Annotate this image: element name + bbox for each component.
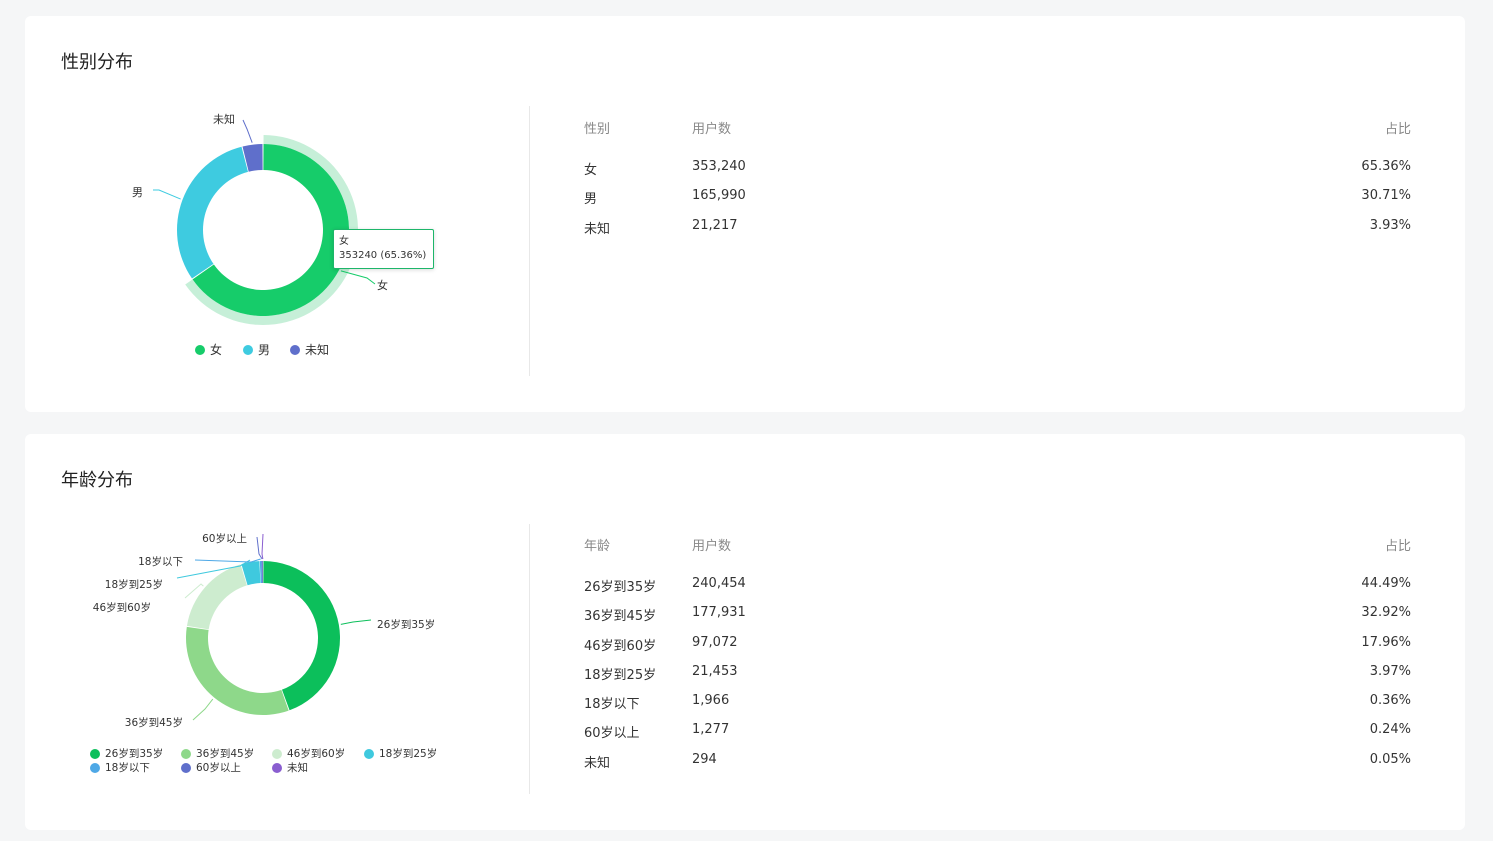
table-row: 46岁到60岁 97,072 17.96% [584, 635, 1411, 664]
header-cell: 年龄 [584, 539, 611, 554]
legend-item[interactable]: 未知 [272, 760, 308, 775]
table-header: 性别 用户数 占比 [584, 118, 1411, 159]
legend-dot-icon [272, 762, 282, 773]
table-cell: 30.71% [1361, 188, 1411, 204]
table-cell: 36岁到45岁 [584, 609, 657, 625]
age-card: 年龄分布 26岁到35岁 36岁到45岁 46岁到60岁 18岁到25岁 18岁以下 60… [25, 434, 1465, 830]
legend-item[interactable]: 男 [243, 341, 270, 358]
table-cell: 3.93% [1369, 217, 1411, 233]
table-cell: 165,990 [692, 188, 746, 204]
table-cell: 18岁到25岁 [584, 667, 657, 683]
table-row: 未知 294 0.05% [584, 752, 1411, 781]
legend-label: 36岁到45岁 [196, 748, 255, 760]
table-cell: 男 [584, 192, 598, 208]
age-table: 年龄 用户数 占比 26岁到35岁 240,454 44.49% 36岁到45岁 177,93… [584, 535, 1411, 781]
legend-item[interactable]: 26岁到35岁 [90, 746, 163, 761]
table-cell: 1,277 [692, 722, 730, 738]
legend-label: 26岁到35岁 [105, 748, 164, 760]
divider [529, 106, 530, 376]
table-cell: 21,453 [692, 663, 738, 679]
table-row: 未知 21,217 3.93% [584, 218, 1411, 247]
legend-dot-icon [272, 748, 282, 759]
table-row: 女 353,240 65.36% [584, 159, 1411, 188]
legend-label: 未知 [287, 762, 308, 774]
table-cell: 0.24% [1369, 722, 1411, 738]
legend-label: 女 [210, 343, 223, 357]
header-cell: 占比 [1384, 539, 1411, 554]
table-cell: 女 [584, 163, 598, 178]
table-row: 18岁以下 1,966 0.36% [584, 693, 1411, 722]
legend-label: 18岁以下 [105, 762, 150, 774]
table-cell: 1,966 [692, 693, 730, 709]
header-cell: 用户数 [692, 122, 732, 137]
table-row: 26岁到35岁 240,454 44.49% [584, 576, 1411, 605]
table-cell: 32.92% [1361, 605, 1411, 621]
divider [529, 524, 530, 794]
table-cell: 353,240 [692, 159, 746, 174]
legend-item[interactable]: 36岁到45岁 [181, 746, 254, 761]
table-row: 60岁以上 1,277 0.24% [584, 722, 1411, 751]
legend-dot-icon [181, 762, 191, 773]
legend-dot-icon [181, 748, 191, 759]
table-cell: 未知 [584, 755, 611, 771]
table-cell: 0.36% [1369, 693, 1411, 709]
table-cell: 240,454 [692, 576, 746, 591]
table-cell: 46岁到60岁 [584, 638, 657, 654]
legend-item[interactable]: 46岁到60岁 [272, 746, 345, 761]
legend-label: 46岁到60岁 [287, 748, 346, 760]
table-cell: 177,931 [692, 605, 746, 621]
header-cell: 用户数 [692, 539, 732, 554]
legend-dot-icon [90, 748, 100, 759]
table-cell: 60岁以上 [584, 726, 640, 742]
table-cell: 26岁到35岁 [584, 580, 657, 595]
legend-item[interactable]: 18岁到25岁 [364, 746, 437, 761]
table-cell: 44.49% [1361, 576, 1411, 591]
table-cell: 65.36% [1361, 159, 1411, 174]
table-cell: 0.05% [1369, 751, 1411, 767]
legend-label: 未知 [305, 343, 330, 357]
legend-item[interactable]: 60岁以上 [181, 760, 241, 775]
table-cell: 18岁以下 [584, 697, 640, 713]
legend-dot-icon [195, 344, 205, 355]
table-header: 年龄 用户数 占比 [584, 535, 1411, 576]
table-cell: 97,072 [692, 634, 738, 650]
gender-table: 性别 用户数 占比女 353,240 65.36% 男 165,990 30.71% 未知 21,… [584, 118, 1411, 247]
table-row: 18岁到25岁 21,453 3.97% [584, 664, 1411, 693]
table-cell: 未知 [584, 221, 611, 237]
header-cell: 占比 [1384, 122, 1411, 137]
header-cell: 性别 [584, 122, 611, 137]
legend-dot-icon [364, 748, 374, 759]
gender-card: 性别分布 女男未知 女 353240 (65.36%) 女男未知 性别 用户数 占比… [25, 16, 1465, 412]
table-cell: 21,217 [692, 217, 738, 233]
legend-dot-icon [290, 344, 300, 355]
legend-label: 60岁以上 [196, 762, 241, 774]
age-legend: 26岁到35岁 36岁到45岁 46岁到60岁 18岁到25岁 18岁以下 60岁以上 未知 [25, 434, 505, 830]
table-cell: 17.96% [1361, 634, 1411, 650]
legend-item[interactable]: 18岁以下 [90, 760, 150, 775]
table-cell: 294 [692, 751, 717, 767]
legend-dot-icon [90, 762, 100, 773]
legend-dot-icon [243, 344, 253, 355]
legend-item[interactable]: 女 [195, 341, 222, 358]
legend-item[interactable]: 未知 [290, 341, 329, 358]
legend-label: 18岁到25岁 [379, 748, 438, 760]
table-row: 男 165,990 30.71% [584, 188, 1411, 217]
legend-label: 男 [258, 343, 271, 357]
table-row: 36岁到45岁 177,931 32.92% [584, 605, 1411, 634]
table-cell: 3.97% [1369, 663, 1411, 679]
gender-legend: 女 男 未知 [25, 16, 505, 412]
